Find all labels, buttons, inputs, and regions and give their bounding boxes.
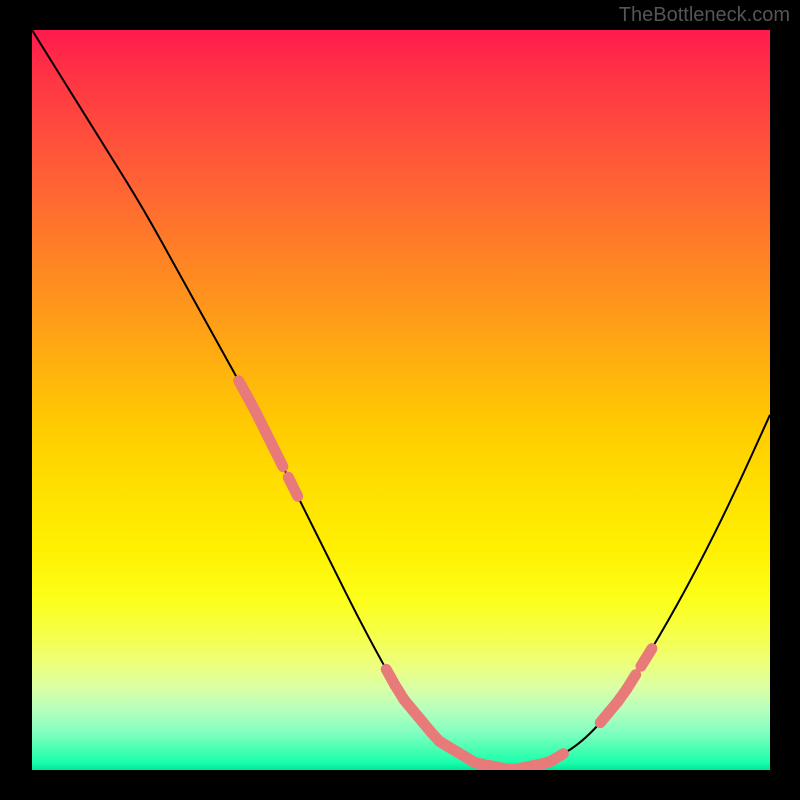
chart-plot-area <box>32 30 770 770</box>
chart-markers <box>32 30 770 770</box>
watermark-text: TheBottleneck.com <box>619 4 790 27</box>
